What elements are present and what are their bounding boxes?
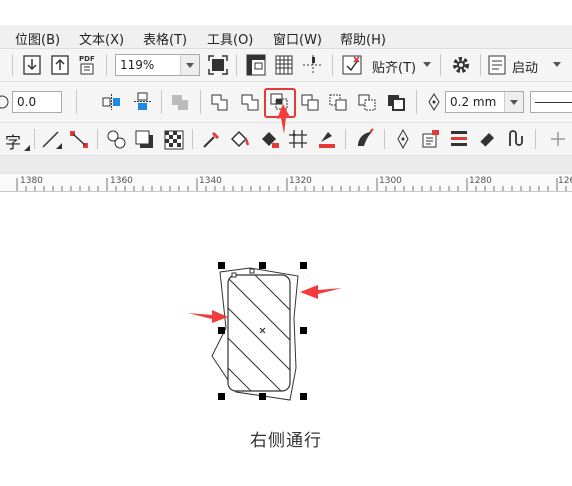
annotation-arrow [277,104,290,134]
node-handle[interactable] [249,268,255,274]
node-handle[interactable] [231,272,237,278]
canvas-drawing [188,104,342,401]
rounded-rectangle-shape[interactable] [227,274,291,392]
annotation-arrow [300,285,342,299]
annotation-arrow [188,310,228,323]
canvas-caption: 右侧通行 [250,431,322,451]
